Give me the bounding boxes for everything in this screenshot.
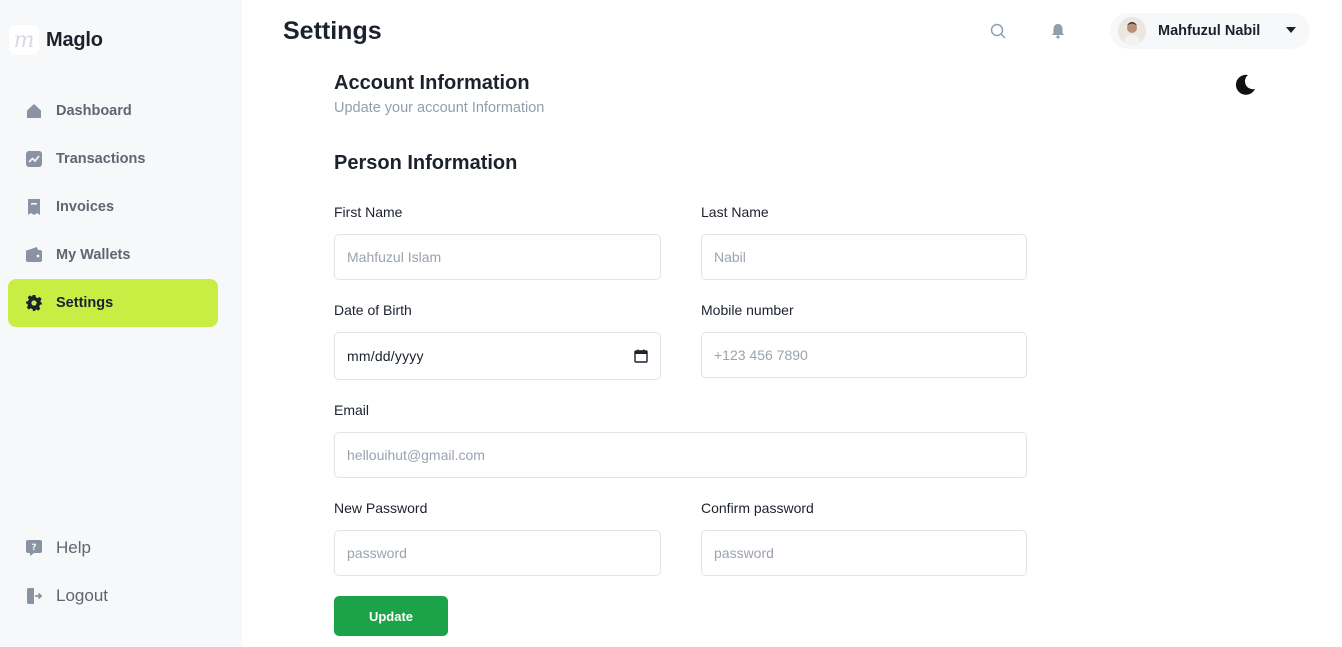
- confirm-password-input[interactable]: [701, 530, 1027, 576]
- sidebar-item-label: Help: [56, 538, 91, 557]
- dob-placeholder: mm/dd/yyyy: [347, 348, 424, 364]
- last-name-label: Last Name: [701, 204, 769, 220]
- sidebar-item-dashboard[interactable]: Dashboard: [8, 87, 218, 135]
- dob-input[interactable]: mm/dd/yyyy: [334, 332, 661, 380]
- page-title: Settings: [283, 17, 382, 45]
- confirm-password-label: Confirm password: [701, 500, 814, 516]
- sidebar-item-transactions[interactable]: Transactions: [8, 135, 218, 183]
- gear-icon: [25, 294, 43, 312]
- sidebar-item-label: Invoices: [56, 199, 115, 215]
- sidebar-item-label: Dashboard: [56, 103, 132, 119]
- first-name-label: First Name: [334, 204, 403, 220]
- sidebar-item-logout[interactable]: Logout: [8, 572, 218, 620]
- sidebar-item-label: My Wallets: [56, 247, 131, 263]
- svg-text:?: ?: [31, 543, 36, 553]
- sidebar-bottom-nav: ? Help Logout: [8, 524, 218, 620]
- home-icon: [25, 102, 43, 120]
- dob-label: Date of Birth: [334, 302, 412, 318]
- brand-logo[interactable]: m Maglo: [9, 25, 103, 55]
- email-field[interactable]: [334, 432, 1027, 478]
- account-info-title: Account Information: [334, 72, 530, 94]
- brand-name: Maglo: [46, 28, 103, 51]
- sidebar-item-invoices[interactable]: Invoices: [8, 183, 218, 231]
- dark-mode-toggle-moon-icon[interactable]: [1232, 72, 1258, 98]
- user-menu[interactable]: Mahfuzul Nabil: [1110, 13, 1310, 49]
- sidebar-nav: Dashboard Transactions Invoices My Walle…: [8, 87, 218, 327]
- sidebar-item-label: Transactions: [56, 151, 146, 167]
- wallet-icon: [25, 246, 43, 264]
- account-info-subtitle: Update your account Information: [334, 100, 545, 116]
- user-name: Mahfuzul Nabil: [1158, 23, 1261, 39]
- logout-icon: [25, 587, 43, 605]
- email-label: Email: [334, 402, 370, 418]
- logo-icon: m: [9, 25, 39, 55]
- new-password-label: New Password: [334, 500, 428, 516]
- help-icon: ?: [25, 539, 43, 557]
- mobile-input[interactable]: [701, 332, 1027, 378]
- sidebar-item-my-wallets[interactable]: My Wallets: [8, 231, 218, 279]
- chart-icon: [25, 150, 43, 168]
- new-password-input[interactable]: [334, 530, 661, 576]
- avatar: [1118, 17, 1146, 45]
- last-name-input[interactable]: [701, 234, 1027, 280]
- bell-icon[interactable]: [1049, 22, 1067, 40]
- sidebar-item-label: Logout: [56, 586, 108, 605]
- update-button[interactable]: Update: [334, 596, 448, 636]
- receipt-icon: [25, 198, 43, 216]
- sidebar-item-help[interactable]: ? Help: [8, 524, 218, 572]
- first-name-input[interactable]: [334, 234, 661, 280]
- sidebar: m Maglo Dashboard Transactions Invoices: [0, 0, 242, 647]
- mobile-label: Mobile number: [701, 302, 794, 318]
- calendar-icon[interactable]: [634, 349, 648, 363]
- person-info-title: Person Information: [334, 152, 518, 174]
- chevron-down-icon[interactable]: [1286, 27, 1296, 33]
- search-icon[interactable]: [989, 22, 1007, 40]
- sidebar-item-settings[interactable]: Settings: [8, 279, 218, 327]
- sidebar-item-label: Settings: [56, 295, 114, 311]
